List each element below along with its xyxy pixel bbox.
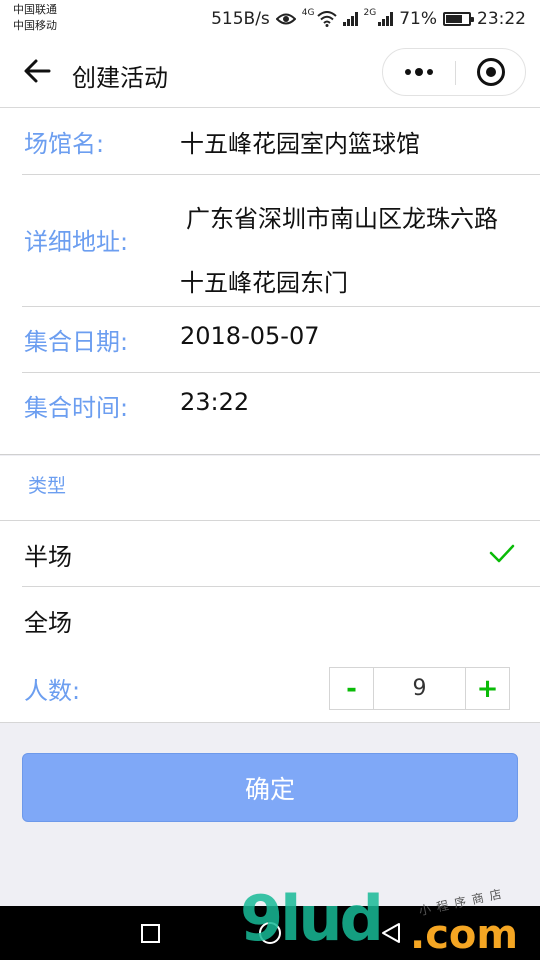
type-option-half-inner: 半场 (22, 521, 540, 587)
carrier-2: 中国移动 (13, 19, 57, 32)
wifi-icon (316, 11, 337, 27)
type-option-full-inner: 全场 (22, 587, 540, 653)
address-row: 详细地址: 广东省深圳市南山区龙珠六路十五峰花园东门 (22, 175, 540, 307)
type-section-header: 类型 (0, 456, 540, 521)
time-picker[interactable]: 23:22 (180, 388, 249, 416)
venue-label: 场馆名: (24, 130, 105, 158)
network-speed: 515B/s (211, 9, 270, 29)
type-option-label: 全场 (24, 609, 72, 637)
checkmark-icon (489, 544, 515, 563)
type-option-half[interactable]: 半场 (0, 521, 540, 587)
increment-button[interactable]: + (466, 668, 509, 709)
watermark-domain: .com (410, 912, 519, 958)
status-bar: 中国联通 中国移动 515B/s 4G 2G 71% 23:22 (0, 0, 540, 38)
quantity-value[interactable]: 9 (373, 668, 466, 709)
net-type-1: 4G (301, 8, 315, 18)
headcount-row: 人数: - 9 + (0, 653, 540, 723)
date-label: 集合日期: (24, 328, 129, 356)
clock: 23:22 (477, 9, 526, 29)
carrier-1: 中国联通 (13, 3, 57, 16)
target-circle-icon[interactable] (477, 58, 505, 86)
time-row[interactable]: 集合时间: 23:22 (22, 373, 540, 455)
status-indicators: 515B/s 4G 2G 71% 23:22 (211, 6, 526, 32)
date-picker[interactable]: 2018-05-07 (180, 322, 319, 350)
nav-bar: 创建活动 (0, 38, 540, 108)
decrement-button[interactable]: - (330, 668, 373, 709)
type-heading: 类型 (28, 475, 67, 497)
page-title: 创建活动 (72, 64, 168, 92)
capsule-divider (455, 61, 456, 85)
venue-row: 场馆名: 十五峰花园室内篮球馆 (22, 108, 540, 175)
signal-2-icon (378, 12, 394, 26)
signal-1-icon (342, 12, 358, 26)
net-type-2: 2G (363, 8, 377, 18)
battery-percent: 71% (399, 9, 437, 29)
watermark-logo: 9lud (240, 882, 384, 955)
recent-apps-icon[interactable] (141, 924, 160, 943)
address-input[interactable]: 广东省深圳市南山区龙珠六路十五峰花园东门 (180, 187, 510, 315)
quantity-stepper: - 9 + (329, 667, 510, 710)
type-option-full[interactable]: 全场 (0, 587, 540, 653)
eye-icon (275, 13, 296, 25)
confirm-button[interactable]: 确定 (22, 753, 518, 822)
type-option-label: 半场 (24, 543, 72, 571)
headcount-label: 人数: (24, 677, 81, 705)
arrow-left-icon[interactable] (22, 56, 52, 86)
menu-capsule (382, 48, 526, 96)
time-label: 集合时间: (24, 394, 129, 422)
back-triangle-icon[interactable] (380, 922, 402, 944)
battery-icon (443, 12, 474, 26)
date-row[interactable]: 集合日期: 2018-05-07 (22, 307, 540, 373)
more-dots-icon[interactable] (401, 49, 437, 95)
activity-form: 场馆名: 十五峰花园室内篮球馆 详细地址: 广东省深圳市南山区龙珠六路十五峰花园… (0, 108, 540, 455)
address-label: 详细地址: (24, 228, 129, 256)
venue-input[interactable]: 十五峰花园室内篮球馆 (180, 124, 420, 159)
